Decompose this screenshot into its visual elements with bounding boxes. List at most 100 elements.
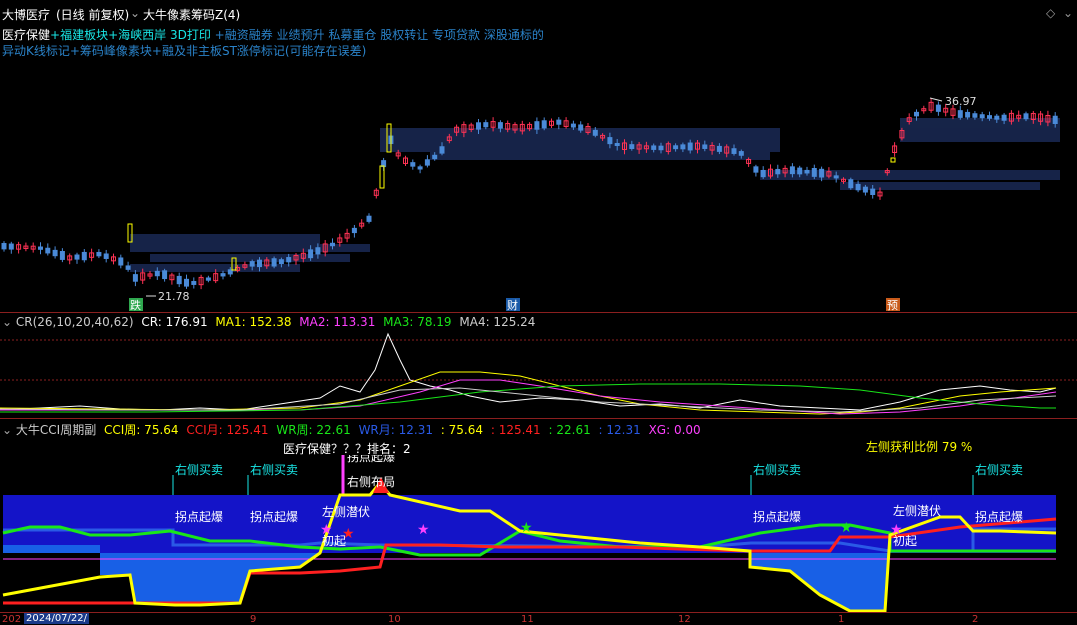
concept-tag[interactable]: +海峡西岸 (108, 28, 166, 42)
chevron-down-icon[interactable]: ⌄ (130, 6, 140, 20)
right-buy-label: 右侧买卖 (975, 462, 1023, 477)
indicator-title[interactable]: 大牛像素筹码Z(4) (143, 6, 240, 23)
chevron-down-icon[interactable]: ⌄ (1063, 6, 1073, 20)
candlestick (154, 270, 160, 277)
candlestick (162, 270, 168, 280)
indicator-value: : 125.41 (487, 423, 541, 437)
candlestick (96, 251, 102, 257)
candlestick (534, 121, 540, 130)
candlestick (1052, 115, 1058, 125)
breakout-label: 拐点起爆 (347, 455, 395, 464)
candlestick (987, 115, 992, 119)
x-axis-label: 10 (388, 614, 401, 625)
candlestick (417, 166, 423, 170)
candlestick (103, 253, 109, 259)
cci-chart[interactable]: ★ ★ ★ ★ ★ ★ 右侧买卖 右侧买卖 右侧买卖 右侧买卖 拐点起爆 右侧布… (0, 455, 1077, 613)
low-price-marker: 21.78 (158, 290, 190, 303)
candlestick (1023, 113, 1029, 120)
candlestick (366, 215, 372, 222)
candlestick (1, 243, 7, 250)
event-tag-plunge-label: 跌 (130, 298, 141, 312)
candlestick (994, 115, 1000, 120)
candlestick (738, 151, 744, 156)
limit-up-candle (890, 157, 896, 163)
cr-line (0, 332, 1057, 411)
candlestick (819, 168, 825, 178)
cci-header: ⌄ 大牛CCI周期副 CCI周: 75.64 CCI月: 125.41 WR周:… (2, 421, 701, 438)
concept-tag[interactable]: +福建板块 (50, 28, 108, 42)
candlestick (176, 275, 182, 285)
candlestick (833, 175, 839, 179)
candlestick (935, 104, 941, 112)
candlestick (870, 188, 876, 196)
candlestick (775, 168, 781, 175)
candlestick (52, 249, 58, 257)
indicator-value: MA1: 152.38 (211, 315, 292, 329)
candlestick (789, 166, 795, 175)
candlestick (702, 144, 708, 149)
concept-line-2: 异动K线标记+筹码峰像素块+融及非主板ST涨停标记(可能存在误差) (2, 44, 367, 58)
cr-header: ⌄ CR(26,10,20,40,62) CR: 176.91 MA1: 152… (2, 315, 535, 329)
candlestick (592, 129, 598, 136)
right-buy-label: 右侧买卖 (250, 462, 298, 477)
candlestick (125, 265, 131, 270)
star-icon: ★ (840, 520, 853, 536)
settings-icon[interactable]: ⌄ (2, 423, 12, 437)
concept-tag[interactable]: 医疗保健 (2, 28, 50, 42)
candlestick (184, 278, 189, 287)
x-axis-label: 12 (678, 614, 691, 625)
candlestick (286, 257, 292, 263)
x-axis: 202 2024/07/22/ 9 10 11 12 1 2 (0, 612, 1077, 625)
price-chart[interactable]: 21.78 36.97 跌 财 预 (0, 58, 1077, 312)
candlestick (687, 142, 693, 151)
concept-tag[interactable]: 股权转让 (376, 28, 428, 42)
candlestick (439, 146, 445, 154)
candlestick (476, 122, 481, 130)
candlestick (424, 159, 430, 166)
candlestick (410, 162, 416, 167)
candlestick (578, 124, 584, 131)
stock-title[interactable]: 大博医疗 (2, 6, 50, 23)
title-bar: 大博医疗 (日线 前复权) ⌄ 大牛像素筹码Z(4) ◇ ⌄ (0, 0, 1077, 24)
x-axis-label: 9 (250, 614, 257, 625)
concept-tag[interactable]: 私募重仓 (325, 28, 376, 42)
indicator-value: : 12.31 (594, 423, 641, 437)
candlestick (811, 167, 817, 177)
candlestick (716, 145, 722, 152)
candlestick (651, 145, 657, 150)
x-axis-label: 11 (521, 614, 534, 625)
period-label[interactable]: (日线 前复权) (56, 6, 129, 23)
candlestick (315, 247, 321, 255)
candlestick (278, 259, 284, 265)
x-axis-date-box[interactable]: 2024/07/22/ (24, 613, 90, 624)
cci-name[interactable]: 大牛CCI周期副 (16, 423, 96, 437)
indicator-value: : 22.61 (544, 423, 591, 437)
concept-tag[interactable]: 业绩预升 (273, 28, 325, 42)
indicator-value: CCI周: 75.64 (104, 423, 179, 437)
right-buy-label: 右侧买卖 (753, 462, 801, 477)
concept-tag[interactable]: +融资融券 (211, 28, 273, 42)
candlestick (8, 243, 14, 250)
left-lurk-label: 左侧潜伏 (893, 503, 941, 518)
indicator-value: XG: 0.00 (644, 423, 701, 437)
settings-icon[interactable]: ⌄ (2, 315, 12, 329)
event-tag-finance-label: 财 (507, 298, 518, 312)
candlestick (965, 111, 971, 118)
concept-tag[interactable]: 深股通标的 (480, 28, 544, 42)
candlestick (1001, 114, 1007, 121)
concept-tag[interactable]: 专项贷款 (428, 28, 480, 42)
candlestick (855, 183, 861, 191)
candlestick (972, 113, 978, 118)
candlestick (556, 119, 562, 125)
concept-tag[interactable]: 3D打印 (166, 28, 211, 42)
candlestick (308, 249, 314, 259)
indicator-value: MA2: 113.31 (295, 315, 376, 329)
diamond-icon[interactable]: ◇ (1046, 6, 1055, 20)
high-price-marker: 36.97 (945, 95, 977, 108)
candlestick (45, 247, 51, 254)
cr-name[interactable]: CR(26,10,20,40,62) (16, 315, 134, 329)
breakout-label: 拐点起爆 (975, 509, 1023, 524)
cr-chart[interactable] (0, 330, 1077, 418)
breakout-label: 拐点起爆 (175, 509, 223, 524)
candlestick (330, 242, 335, 247)
